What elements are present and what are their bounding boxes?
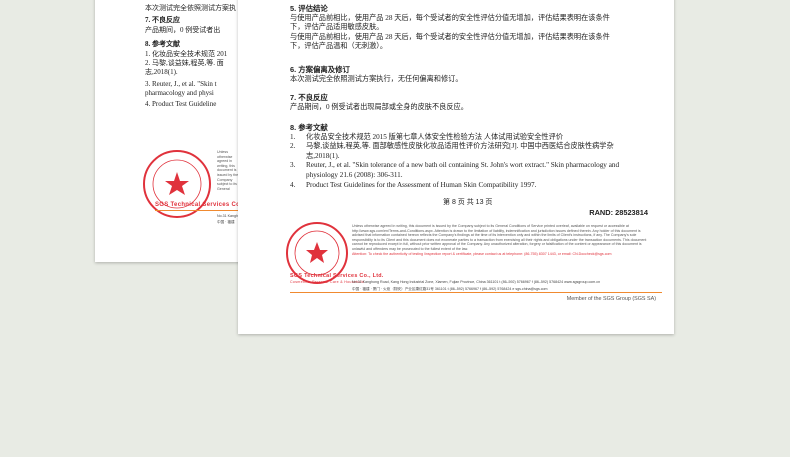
back-ref-line: 4. Product Test Guideline	[145, 100, 217, 108]
section-7-title: 7. 不良反应	[290, 93, 328, 102]
page-number: 第 8 页 共 13 页	[443, 199, 493, 206]
reference-item: 4. Product Test Guidelines for the Asses…	[290, 181, 620, 191]
back-section-7-title: 7. 不良反应	[145, 16, 180, 24]
back-ref-line: 志,2018(1).	[145, 68, 178, 76]
back-top-line: 本次测试完全依照测试方案执	[145, 4, 236, 12]
member-of-sgs-group: Member of the SGS Group (SGS SA)	[566, 296, 656, 302]
section-5-line: 与使用产品前相比，使用产品 28 天后，每个受试者的安全性评估分值无增加，评估结…	[290, 13, 610, 22]
section-7-text: 产品期间，0 例受试者出现局部或全身的皮肤不良反应。	[290, 102, 468, 111]
section-5-line: 下，评估产品温和（无刺激）。	[290, 42, 388, 51]
back-ref-line: 2. 马黎,谈益妹,程英,等. 面	[145, 59, 224, 67]
back-fine-print: Unless otherwise agreed in writing, this…	[217, 150, 239, 190]
rand-number: RAND: 28523814	[589, 208, 648, 217]
reference-number: 4.	[290, 180, 296, 189]
section-8-references: 8. 参考文献 1. 化妆品安全技术规范 2015 版第七章人体安全性检验方法 …	[290, 123, 620, 190]
section-5-title: 5. 评估结论	[290, 4, 328, 13]
section-6-deviation: 6. 方案偏离及修订 本次测试完全依照测试方案执行，无任何偏离和修订。	[290, 65, 660, 84]
reference-text: 马黎,谈益妹,程英,等. 面部敏感性皮肤化妆品适用性评价方法研究[J]. 中国中…	[306, 142, 614, 160]
back-orange-line	[155, 210, 240, 211]
reference-item: 2. 马黎,谈益妹,程英,等. 面部敏感性皮肤化妆品适用性评价方法研究[J]. …	[290, 142, 620, 161]
section-5-conclusion: 5. 评估结论 与使用产品前相比，使用产品 28 天后，每个受试者的安全性评估分…	[290, 4, 660, 52]
section-7-adverse-reactions: 7. 不良反应 产品期间，0 例受试者出现局部或全身的皮肤不良反应。	[290, 93, 660, 112]
orange-footer-line	[290, 292, 662, 293]
back-ref-line: 1. 化妆品安全技术规范 201	[145, 50, 228, 58]
back-ref-line: 3. Reuter, J., et al. "Skin t	[145, 80, 217, 88]
address-chinese: 中国 · 福建 · 厦门 · 火炬（翔安）产业区康红路31号 361101 t …	[352, 287, 548, 291]
reference-text: Reuter, J., et al. "Skin tolerance of a …	[306, 161, 620, 179]
section-5-line: 与使用产品前相比，使用产品 28 天后，每个受试者的安全性评估分值无增加，评估结…	[290, 32, 610, 41]
reference-text: Product Test Guidelines for the Assessme…	[306, 180, 537, 189]
address-english: No.31 Kanghong Road, Kang Hong Industria…	[352, 280, 601, 284]
reference-number: 1.	[290, 132, 296, 141]
reference-item: 1. 化妆品安全技术规范 2015 版第七章人体安全性检验方法 人体试用试验安全…	[290, 133, 620, 143]
reference-text: 化妆品安全技术规范 2015 版第七章人体安全性检验方法 人体试用试验安全性评价	[306, 132, 563, 141]
section-8-title: 8. 参考文献	[290, 123, 328, 132]
back-ref-line: pharmacology and physi	[145, 89, 214, 97]
back-section-8-title: 8. 参考文献	[145, 40, 180, 48]
back-address-line: 中国 · 福建	[217, 220, 235, 224]
authenticity-notice: Attention: To check the authenticity of …	[352, 251, 612, 256]
reference-item: 3. Reuter, J., et al. "Skin tolerance of…	[290, 161, 620, 180]
terms-fine-print: Unless otherwise agreed in writing, this…	[352, 224, 652, 256]
reference-number: 2.	[290, 142, 296, 151]
terms-text: Unless otherwise agreed in writing, this…	[352, 224, 647, 251]
section-5-line: 下，评估产品适用敏感皮肤。	[290, 23, 384, 32]
front-document-page: 5. 评估结论 与使用产品前相比，使用产品 28 天后，每个受试者的安全性评估分…	[238, 0, 674, 334]
back-section-7-text: 产品期间，0 例受试者出	[145, 26, 221, 34]
reference-number: 3.	[290, 161, 296, 170]
section-6-title: 6. 方案偏离及修订	[290, 65, 350, 74]
section-6-text: 本次测试完全依照测试方案执行，无任何偏离和修订。	[290, 74, 463, 83]
